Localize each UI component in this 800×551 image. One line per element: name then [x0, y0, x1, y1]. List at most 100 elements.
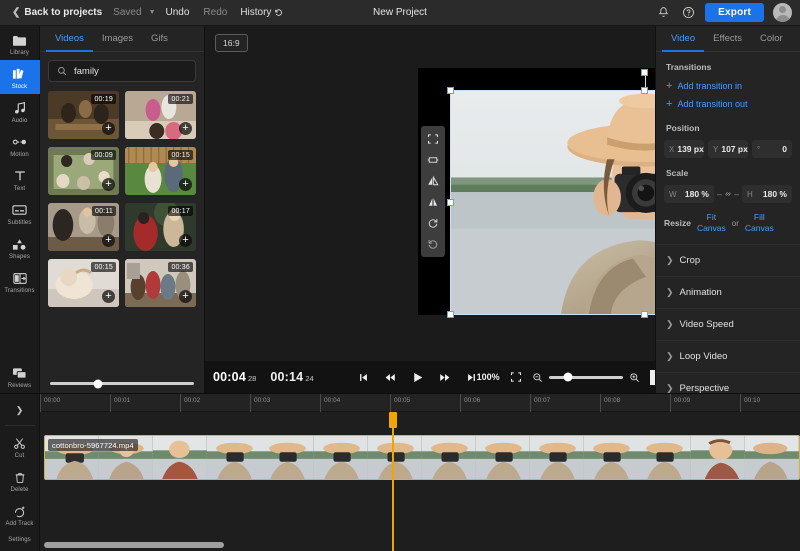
fill-canvas-button[interactable]: Fill Canvas	[745, 212, 774, 234]
add-media-icon[interactable]: +	[179, 234, 192, 247]
skip-start-icon[interactable]	[358, 372, 369, 383]
user-avatar[interactable]	[773, 3, 792, 22]
stock-thumbnail[interactable]: 00:17 +	[125, 203, 196, 251]
zoom-slider-track[interactable]	[548, 372, 623, 382]
add-media-icon[interactable]: +	[102, 122, 115, 135]
redo-button[interactable]: Redo	[196, 5, 234, 20]
skip-end-icon[interactable]	[466, 372, 477, 383]
add-media-icon[interactable]: +	[179, 290, 192, 303]
tab-effects[interactable]: Effects	[704, 26, 751, 52]
rewind-icon[interactable]	[384, 372, 396, 383]
sidebar-item-shapes[interactable]: Shapes	[0, 230, 40, 264]
fullscreen-icon[interactable]	[510, 371, 522, 383]
timeline-zoom-slider[interactable]	[532, 372, 640, 383]
thumbnail-size-slider[interactable]	[40, 372, 204, 393]
fit-canvas-button[interactable]: Fit Canvas	[697, 212, 726, 234]
notifications-bell-icon[interactable]	[655, 5, 671, 21]
tab-videos[interactable]: Videos	[46, 26, 93, 52]
zoom-slider-knob[interactable]	[563, 372, 573, 382]
timeline-playhead[interactable]	[389, 412, 397, 551]
sidebar-label-stock: Stock	[11, 84, 28, 90]
timeline-ruler[interactable]: 00:00 00:01 00:02 00:03 00:04 00:05 00:0…	[40, 394, 800, 412]
stock-thumbnail[interactable]: 00:15 +	[125, 147, 196, 195]
settings-button[interactable]: Settings	[0, 531, 40, 551]
chevron-right-icon: ❯	[666, 351, 674, 361]
sidebar-item-library[interactable]: Library	[0, 26, 40, 60]
section-video-speed[interactable]: ❯ Video Speed	[656, 308, 800, 340]
chevron-down-icon[interactable]: ▼	[149, 7, 159, 18]
add-media-icon[interactable]: +	[179, 122, 192, 135]
section-loop-video[interactable]: ❯ Loop Video	[656, 340, 800, 372]
zoom-percent-label[interactable]: 100%	[477, 372, 500, 382]
help-icon[interactable]	[680, 5, 696, 21]
add-media-icon[interactable]: +	[179, 178, 192, 191]
flip-vertical-icon[interactable]	[423, 192, 443, 212]
video-canvas[interactable]	[418, 68, 655, 318]
scale-height-field[interactable]: H 180 %	[742, 185, 792, 203]
aspect-ratio-badge[interactable]: 16:9	[215, 34, 248, 52]
position-x-field[interactable]: X 139 px	[664, 140, 704, 158]
stock-thumbnail[interactable]: 00:15 +	[48, 259, 119, 307]
back-to-projects-button[interactable]: ❮ Back to projects	[8, 5, 106, 20]
sidebar-item-text[interactable]: Text	[0, 162, 40, 196]
scrollbar-thumb[interactable]	[44, 542, 224, 548]
tab-images[interactable]: Images	[93, 26, 142, 52]
stock-thumbnail[interactable]: 00:21 +	[125, 91, 196, 139]
tab-video[interactable]: Video	[662, 26, 705, 52]
undo-button[interactable]: Undo	[159, 5, 197, 20]
timeline-track-area[interactable]: cottonbro-5967724.mp4	[40, 412, 800, 551]
add-media-icon[interactable]: +	[102, 234, 115, 247]
add-media-icon[interactable]: +	[102, 290, 115, 303]
or-label: or	[731, 218, 739, 228]
section-perspective[interactable]: ❯ Perspective	[656, 372, 800, 393]
rotation-field[interactable]: ° 0	[752, 140, 792, 158]
center-horizontal-icon[interactable]	[423, 150, 443, 170]
sidebar-item-stock[interactable]: Stock	[0, 60, 40, 94]
add-track-button[interactable]: Add Track	[0, 497, 40, 531]
clip-frame	[691, 436, 746, 479]
zoom-in-icon[interactable]	[629, 372, 640, 383]
stock-thumbnail[interactable]: 00:19 +	[48, 91, 119, 139]
scale-width-key: W	[669, 189, 677, 199]
timeline-collapse-button[interactable]: ❯	[0, 394, 40, 422]
playhead-cap[interactable]	[389, 412, 397, 428]
stock-thumbnail[interactable]: 00:36 +	[125, 259, 196, 307]
zoom-out-icon[interactable]	[532, 372, 543, 383]
add-transition-out-button[interactable]: + Add transition out	[656, 95, 800, 113]
section-crop[interactable]: ❯ Crop	[656, 244, 800, 276]
timeline-delete-button[interactable]: Delete	[0, 463, 40, 497]
tab-color[interactable]: Color	[751, 26, 792, 52]
sidebar-item-subtitles[interactable]: Subtitles	[0, 196, 40, 230]
rotate-right-icon[interactable]	[423, 213, 443, 233]
scale-width-field[interactable]: W 180 %	[664, 185, 714, 203]
timeline-cut-button[interactable]: Cut	[0, 429, 40, 463]
play-icon[interactable]	[411, 371, 424, 384]
sidebar-item-transitions[interactable]: Transitions	[0, 264, 40, 298]
timeline-horizontal-scrollbar[interactable]	[40, 542, 800, 548]
thumbnail-duration: 00:15	[168, 150, 193, 160]
fast-forward-icon[interactable]	[439, 372, 451, 383]
stock-thumbnail[interactable]: 00:11 +	[48, 203, 119, 251]
history-button[interactable]: History	[234, 5, 289, 20]
add-media-icon[interactable]: +	[102, 178, 115, 191]
fit-icon[interactable]	[423, 129, 443, 149]
section-animation[interactable]: ❯ Animation	[656, 276, 800, 308]
link-aspect-ratio-icon[interactable]: – –	[717, 189, 739, 199]
tab-gifs[interactable]: Gifs	[142, 26, 177, 52]
rotate-left-icon[interactable]	[423, 234, 443, 254]
flip-horizontal-icon[interactable]	[423, 171, 443, 191]
sidebar-item-motion[interactable]: Motion	[0, 128, 40, 162]
stock-thumbnail[interactable]: 00:09 +	[48, 147, 119, 195]
chevron-right-icon: ❯	[666, 287, 674, 297]
sidebar-item-audio[interactable]: Audio	[0, 94, 40, 128]
add-transition-in-button[interactable]: + Add transition in	[656, 77, 800, 95]
position-y-field[interactable]: Y 107 px	[708, 140, 748, 158]
export-button[interactable]: Export	[705, 3, 764, 22]
slider-knob[interactable]	[93, 379, 103, 388]
timeline-clip[interactable]: cottonbro-5967724.mp4	[44, 435, 800, 480]
sidebar-item-reviews[interactable]: Reviews	[0, 359, 40, 393]
canvas-video-frame	[418, 68, 655, 315]
search-input[interactable]	[74, 65, 187, 77]
timeline-body[interactable]: 00:00 00:01 00:02 00:03 00:04 00:05 00:0…	[40, 394, 800, 551]
search-box[interactable]	[48, 60, 196, 82]
